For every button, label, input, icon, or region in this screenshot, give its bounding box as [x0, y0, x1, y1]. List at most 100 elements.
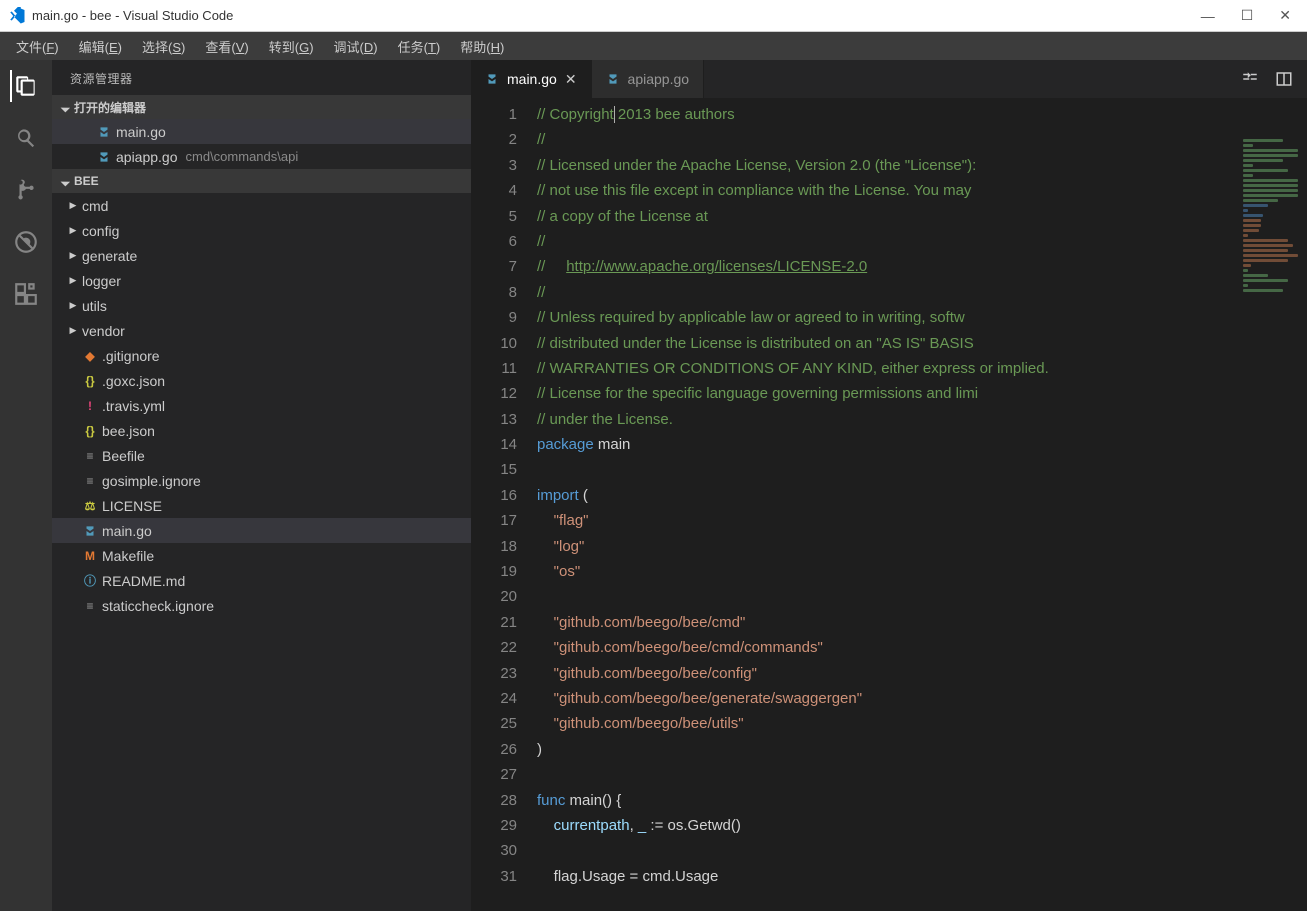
menu-v[interactable]: 查看(V): [195, 34, 258, 59]
chevron-right-icon: ▶: [66, 200, 80, 211]
file-item[interactable]: main.go: [52, 518, 471, 543]
sidebar-title: 资源管理器: [52, 60, 471, 95]
code-line[interactable]: import (: [537, 483, 1307, 508]
file-item[interactable]: {}bee.json: [52, 418, 471, 443]
code-line[interactable]: ): [537, 737, 1307, 762]
activity-debug-icon[interactable]: [10, 226, 42, 258]
file-json-icon: {}: [80, 374, 100, 388]
window-minimize-icon[interactable]: —: [1201, 8, 1215, 24]
code-area[interactable]: // Copyright 2013 bee authors//// Licens…: [537, 98, 1307, 911]
file-item[interactable]: ⓘREADME.md: [52, 568, 471, 593]
menu-e[interactable]: 编辑(E): [69, 34, 132, 59]
file-json-icon: {}: [80, 424, 100, 438]
activity-extensions-icon[interactable]: [10, 278, 42, 310]
file-hint: cmd\commands\api: [186, 149, 299, 164]
window-maximize-icon[interactable]: ☐: [1241, 7, 1254, 24]
file-yml-icon: !: [80, 399, 100, 413]
code-line[interactable]: // License for the specific language gov…: [537, 381, 1307, 406]
window-close-icon[interactable]: ✕: [1279, 7, 1291, 24]
code-line[interactable]: // Unless required by applicable law or …: [537, 305, 1307, 330]
code-line[interactable]: "github.com/beego/bee/cmd": [537, 610, 1307, 635]
code-line[interactable]: "github.com/beego/bee/config": [537, 661, 1307, 686]
code-line[interactable]: package main: [537, 432, 1307, 457]
code-line[interactable]: //: [537, 280, 1307, 305]
file-item[interactable]: ◆.gitignore: [52, 343, 471, 368]
twisty-down-icon: [58, 102, 72, 113]
folder-item[interactable]: ▶cmd: [52, 193, 471, 218]
file-item[interactable]: ⚖LICENSE: [52, 493, 471, 518]
file-item[interactable]: {}.goxc.json: [52, 368, 471, 393]
code-line[interactable]: [537, 457, 1307, 482]
code-line[interactable]: [537, 762, 1307, 787]
menu-h[interactable]: 帮助(H): [450, 34, 514, 59]
menu-bar: 文件(F)编辑(E)选择(S)查看(V)转到(G)调试(D)任务(T)帮助(H): [0, 32, 1307, 60]
file-go-icon: [485, 72, 499, 86]
activity-explorer-icon[interactable]: [10, 70, 42, 102]
menu-f[interactable]: 文件(F): [6, 34, 69, 59]
code-line[interactable]: "github.com/beego/bee/cmd/commands": [537, 635, 1307, 660]
code-line[interactable]: // not use this file except in complianc…: [537, 178, 1307, 203]
project-section-header[interactable]: BEE: [52, 169, 471, 193]
editor-tab[interactable]: apiapp.go: [592, 60, 705, 98]
menu-g[interactable]: 转到(G): [259, 34, 324, 59]
code-line[interactable]: "log": [537, 534, 1307, 559]
folder-item[interactable]: ▶generate: [52, 243, 471, 268]
code-line[interactable]: // distributed under the License is dist…: [537, 331, 1307, 356]
file-name: main.go: [116, 124, 166, 140]
code-line[interactable]: "flag": [537, 508, 1307, 533]
tab-label: apiapp.go: [628, 71, 690, 87]
activity-scm-icon[interactable]: [10, 174, 42, 206]
folder-item[interactable]: ▶vendor: [52, 318, 471, 343]
code-line[interactable]: // WARRANTIES OR CONDITIONS OF ANY KIND,…: [537, 356, 1307, 381]
split-editor-icon[interactable]: [1275, 70, 1293, 88]
file-item[interactable]: !.travis.yml: [52, 393, 471, 418]
code-line[interactable]: // a copy of the License at: [537, 204, 1307, 229]
code-line[interactable]: // Licensed under the Apache License, Ve…: [537, 153, 1307, 178]
file-name: main.go: [102, 523, 152, 539]
open-editor-item[interactable]: apiapp.gocmd\commands\api: [52, 144, 471, 169]
file-name: Beefile: [102, 448, 145, 464]
file-go-icon: [80, 524, 100, 538]
menu-t[interactable]: 任务(T): [388, 34, 451, 59]
close-icon[interactable]: ✕: [565, 71, 577, 88]
editor-tabs: main.go✕ apiapp.go: [471, 60, 1307, 98]
file-item[interactable]: ≡gosimple.ignore: [52, 468, 471, 493]
code-line[interactable]: "github.com/beego/bee/generate/swaggerge…: [537, 686, 1307, 711]
editor-tab[interactable]: main.go✕: [471, 60, 592, 98]
open-editors-section-header[interactable]: 打开的编辑器: [52, 95, 471, 119]
menu-s[interactable]: 选择(S): [132, 34, 195, 59]
diff-icon[interactable]: [1241, 70, 1259, 88]
file-txt-icon: ≡: [80, 474, 100, 488]
folder-name: vendor: [82, 323, 125, 339]
code-line[interactable]: func main() {: [537, 788, 1307, 813]
folder-item[interactable]: ▶config: [52, 218, 471, 243]
code-line[interactable]: "os": [537, 559, 1307, 584]
code-line[interactable]: // under the License.: [537, 407, 1307, 432]
code-line[interactable]: // Copyright 2013 bee authors: [537, 102, 1307, 127]
code-line[interactable]: [537, 838, 1307, 863]
folder-item[interactable]: ▶utils: [52, 293, 471, 318]
file-item[interactable]: MMakefile: [52, 543, 471, 568]
file-txt-icon: ≡: [80, 449, 100, 463]
file-txt-icon: ≡: [80, 599, 100, 613]
chevron-right-icon: ▶: [66, 250, 80, 261]
file-item[interactable]: ≡Beefile: [52, 443, 471, 468]
code-editor[interactable]: 1234567891011121314151617181920212223242…: [471, 98, 1307, 911]
minimap[interactable]: [1239, 138, 1303, 538]
open-editor-item[interactable]: main.go: [52, 119, 471, 144]
folder-item[interactable]: ▶logger: [52, 268, 471, 293]
code-line[interactable]: //: [537, 127, 1307, 152]
code-line[interactable]: // http://www.apache.org/licenses/LICENS…: [537, 254, 1307, 279]
code-line[interactable]: //: [537, 229, 1307, 254]
code-line[interactable]: currentpath, _ := os.Getwd(): [537, 813, 1307, 838]
menu-d[interactable]: 调试(D): [324, 34, 388, 59]
file-info-icon: ⓘ: [80, 572, 100, 589]
file-item[interactable]: ≡staticcheck.ignore: [52, 593, 471, 618]
code-line[interactable]: "github.com/beego/bee/utils": [537, 711, 1307, 736]
window-titlebar: main.go - bee - Visual Studio Code — ☐ ✕: [0, 0, 1307, 32]
activity-search-icon[interactable]: [10, 122, 42, 154]
file-name: Makefile: [102, 548, 154, 564]
file-name: README.md: [102, 573, 185, 589]
code-line[interactable]: flag.Usage = cmd.Usage: [537, 864, 1307, 889]
code-line[interactable]: [537, 584, 1307, 609]
